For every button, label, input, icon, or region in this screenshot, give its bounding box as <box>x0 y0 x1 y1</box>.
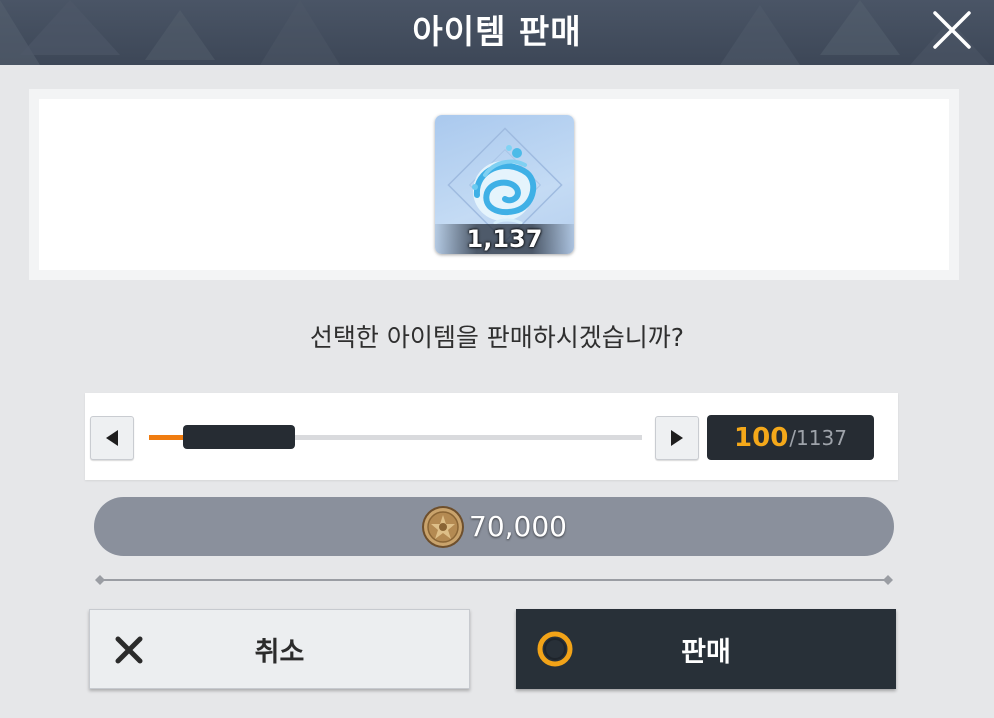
arrow-right-icon <box>671 430 683 446</box>
page-title: 아이템 판매 <box>412 12 582 51</box>
sell-button[interactable]: 판매 <box>516 609 896 689</box>
quantity-slider-fill <box>149 435 185 440</box>
cancel-label: 취소 <box>254 636 305 668</box>
close-button[interactable] <box>926 6 978 54</box>
item-slot[interactable]: 1,137 <box>435 115 574 254</box>
title-bar: 아이템 판매 <box>0 0 994 65</box>
sale-price-bar: 70,000 <box>94 497 894 556</box>
price-value: 70,000 <box>469 510 567 543</box>
quantity-total: /1137 <box>789 425 847 450</box>
decrease-button[interactable] <box>90 416 134 460</box>
item-count: 1,137 <box>466 225 543 253</box>
sell-label: 판매 <box>681 636 731 668</box>
divider <box>95 575 893 585</box>
cancel-button[interactable]: 취소 <box>89 609 470 689</box>
close-icon <box>933 11 971 49</box>
quantity-current: 100 <box>734 422 789 453</box>
item-panel: 1,137 <box>29 89 959 280</box>
item-panel-inner: 1,137 <box>39 99 949 270</box>
confirm-question: 선택한 아이템을 판매하시겠습니까? <box>309 323 685 352</box>
increase-button[interactable] <box>655 416 699 460</box>
arrow-left-icon <box>106 430 118 446</box>
quantity-slider-thumb[interactable] <box>183 425 295 449</box>
quantity-display: 100 /1137 <box>707 415 874 460</box>
coin-icon <box>422 505 464 548</box>
quantity-selector: 100 /1137 <box>85 393 898 480</box>
